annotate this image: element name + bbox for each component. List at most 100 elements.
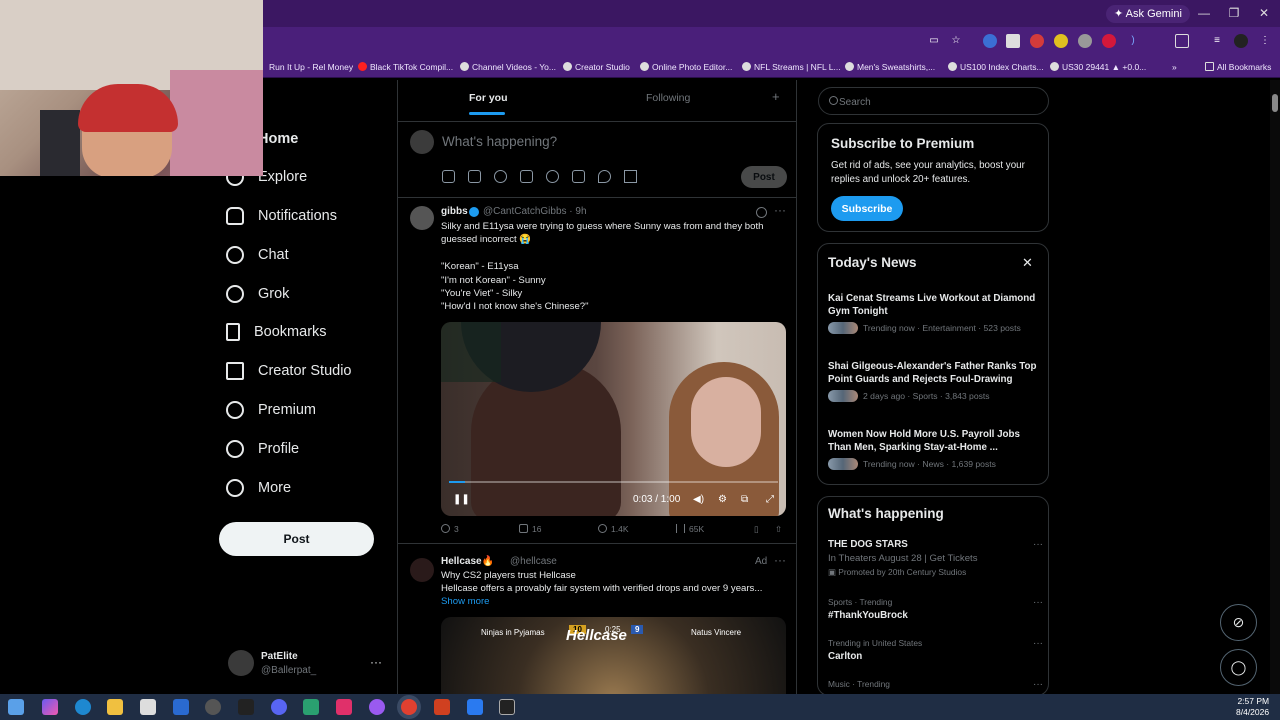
subscribe-button[interactable]: Subscribe xyxy=(831,196,903,221)
location-icon[interactable] xyxy=(598,170,611,183)
steam-icon[interactable] xyxy=(205,699,221,715)
app-icon[interactable] xyxy=(467,699,483,715)
more-options-icon[interactable]: ··· xyxy=(1033,638,1043,649)
tweet-author-name[interactable]: gibbs xyxy=(441,206,468,217)
discord-icon[interactable] xyxy=(271,699,287,715)
profile-avatar-icon[interactable] xyxy=(1234,34,1248,48)
more-options-icon[interactable]: ··· xyxy=(774,203,786,217)
nav-bookmarks[interactable]: Bookmarks xyxy=(226,318,327,346)
trend-item[interactable]: Trending in United States Carlton ··· xyxy=(828,638,1043,662)
trend-item[interactable]: THE DOG STARS In Theaters August 28 | Ge… xyxy=(828,539,1043,577)
flag-icon[interactable] xyxy=(624,170,637,183)
promoted-tweet[interactable]: Hellcase🔥 @hellcase Ad ··· Why CS2 playe… xyxy=(398,544,796,694)
nav-profile[interactable]: Profile xyxy=(226,435,299,463)
trend-item[interactable]: Music · Trending ··· xyxy=(828,679,1043,690)
more-options-icon[interactable]: ··· xyxy=(1033,597,1043,608)
extension-icon[interactable] xyxy=(1006,34,1020,48)
bookmark-item[interactable]: US100 Index Charts... xyxy=(948,60,1044,74)
views-button[interactable]: 65K xyxy=(676,524,704,534)
windows-start-icon[interactable] xyxy=(8,699,24,715)
bookmark-item[interactable]: Men's Sweatshirts,... xyxy=(845,60,935,74)
fullscreen-icon[interactable]: ⤢ xyxy=(766,494,774,505)
tweet-handle[interactable]: @CantCatchGibbs · 9h xyxy=(483,206,587,217)
copilot-icon[interactable] xyxy=(42,699,58,715)
more-options-icon[interactable]: ··· xyxy=(370,655,382,669)
close-window-icon[interactable]: ✕ xyxy=(1251,4,1277,22)
extension-icon[interactable] xyxy=(1054,34,1068,48)
picture-in-picture-icon[interactable]: ⧉ xyxy=(741,494,748,505)
capcut-icon[interactable] xyxy=(499,699,515,715)
bookmark-icon[interactable]: ▯ xyxy=(754,524,759,535)
chrome-icon[interactable] xyxy=(401,699,417,715)
extension-icon[interactable] xyxy=(1030,34,1044,48)
news-item[interactable]: Kai Cenat Streams Live Workout at Diamon… xyxy=(828,292,1043,334)
video-progress-bar[interactable] xyxy=(449,481,778,483)
compose-input[interactable]: What's happening? xyxy=(442,134,557,149)
page-scrollbar[interactable] xyxy=(1270,80,1280,694)
extension-icon[interactable] xyxy=(1102,34,1116,48)
tab-search-icon[interactable]: ≡ xyxy=(1210,34,1224,48)
app-icon[interactable] xyxy=(303,699,319,715)
grok-icon[interactable] xyxy=(494,170,507,183)
news-item[interactable]: Women Now Hold More U.S. Payroll Jobs Th… xyxy=(828,428,1043,470)
bookmark-star-icon[interactable]: ☆ xyxy=(949,34,963,48)
add-tab-icon[interactable]: + xyxy=(772,89,780,104)
bookmark-item[interactable]: Run It Up - Rel Money xyxy=(269,60,353,74)
emoji-icon[interactable] xyxy=(546,170,559,183)
all-bookmarks-button[interactable]: All Bookmarks xyxy=(1205,60,1271,74)
cast-icon[interactable]: ▭ xyxy=(927,34,941,48)
extension-icon[interactable]: ) xyxy=(1126,34,1140,48)
video-player[interactable]: ❚❚ 0:03 / 1:00 ◀) ⚙ ⧉ ⤢ xyxy=(441,322,786,516)
repost-button[interactable]: 16 xyxy=(519,524,541,534)
gif-icon[interactable] xyxy=(468,170,481,183)
mail-icon[interactable] xyxy=(173,699,189,715)
tab-following[interactable]: Following xyxy=(646,92,690,104)
store-icon[interactable] xyxy=(140,699,156,715)
more-options-icon[interactable]: ··· xyxy=(1033,539,1043,550)
more-options-icon[interactable]: ··· xyxy=(774,553,786,567)
bookmark-item[interactable]: Channel Videos - Yo... xyxy=(460,60,556,74)
avatar[interactable] xyxy=(410,206,434,230)
bookmark-item[interactable]: Black TikTok Compil... xyxy=(358,60,453,74)
epic-games-icon[interactable] xyxy=(238,699,254,715)
poll-icon[interactable] xyxy=(520,170,533,183)
system-clock[interactable]: 2:57 PM 8/4/2026 xyxy=(1236,696,1269,718)
bookmark-item[interactable]: Creator Studio xyxy=(563,60,630,74)
settings-gear-icon[interactable]: ⚙ xyxy=(718,494,727,505)
trend-item[interactable]: Sports · Trending #ThankYouBrock ··· xyxy=(828,597,1043,621)
tweet-handle[interactable]: @hellcase xyxy=(510,556,557,567)
bookmark-item[interactable]: Online Photo Editor... xyxy=(640,60,732,74)
share-icon[interactable]: ⇧ xyxy=(775,524,782,535)
nav-more[interactable]: More xyxy=(226,474,291,502)
nav-notifications[interactable]: Notifications xyxy=(226,202,337,230)
close-icon[interactable]: ✕ xyxy=(1022,255,1033,271)
image-icon[interactable] xyxy=(442,170,455,183)
tweet-author-name[interactable]: Hellcase🔥 xyxy=(441,556,494,567)
ask-gemini-button[interactable]: ✦ Ask Gemini xyxy=(1106,5,1190,23)
schedule-icon[interactable] xyxy=(572,170,585,183)
bookmarks-overflow-icon[interactable]: » xyxy=(1172,60,1177,74)
nav-chat[interactable]: Chat xyxy=(226,241,289,269)
app-icon[interactable] xyxy=(434,699,450,715)
file-explorer-icon[interactable] xyxy=(107,699,123,715)
edge-icon[interactable] xyxy=(75,699,91,715)
grok-fab-icon[interactable]: ⊘ xyxy=(1220,604,1257,641)
bookmark-item[interactable]: US30 29441 ▲ +0.0... xyxy=(1050,60,1146,74)
nav-grok[interactable]: Grok xyxy=(226,280,289,308)
app-icon[interactable] xyxy=(369,699,385,715)
search-input[interactable] xyxy=(839,94,1039,110)
menu-kebab-icon[interactable]: ⋮ xyxy=(1258,34,1272,48)
tweet[interactable]: gibbs @CantCatchGibbs · 9h ··· Silky and… xyxy=(398,198,796,544)
nav-premium[interactable]: Premium xyxy=(226,396,316,424)
messages-fab-icon[interactable]: ◯ xyxy=(1220,649,1257,686)
news-item[interactable]: Shai Gilgeous-Alexander's Father Ranks T… xyxy=(828,360,1043,402)
grok-icon[interactable] xyxy=(756,207,767,218)
account-switcher[interactable]: PatElite @Ballerpat_ ··· xyxy=(228,650,388,678)
volume-icon[interactable]: ◀) xyxy=(693,494,704,505)
reply-button[interactable]: 3 xyxy=(441,524,459,534)
ad-media[interactable]: Ninjas in Pyjamas 10 0:25 9 Natus Vincer… xyxy=(441,617,786,694)
restore-icon[interactable]: ❐ xyxy=(1221,4,1247,22)
pause-icon[interactable]: ❚❚ xyxy=(453,494,470,505)
minimize-icon[interactable]: — xyxy=(1191,4,1217,22)
more-options-icon[interactable]: ··· xyxy=(1033,679,1043,690)
